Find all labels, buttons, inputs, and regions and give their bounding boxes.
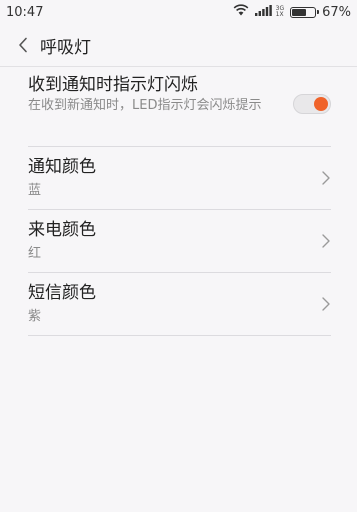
chevron-left-icon xyxy=(19,37,27,53)
notification-light-label: 收到通知时指示灯闪烁 xyxy=(28,75,198,95)
list-item-notification-color[interactable]: 通知颜色 蓝 xyxy=(28,147,331,210)
battery-percent: 67% xyxy=(322,4,351,20)
page-title: 呼吸灯 xyxy=(40,37,91,58)
settings-list: 收到通知时指示灯闪烁 在收到新通知时，LED指示灯会闪烁提示 通知颜色 蓝 来电… xyxy=(28,67,331,336)
list-item-sms-color[interactable]: 短信颜色 紫 xyxy=(28,273,331,336)
notification-light-description: 在收到新通知时，LED指示灯会闪烁提示 xyxy=(28,98,262,113)
status-icons: 3G 1X 67% xyxy=(233,4,351,20)
signal-icon xyxy=(254,4,273,20)
battery-icon xyxy=(290,6,320,18)
list-item-call-color[interactable]: 来电颜色 红 xyxy=(28,210,331,273)
call-color-label: 来电颜色 xyxy=(28,220,96,240)
call-color-value: 红 xyxy=(28,246,42,261)
sms-color-value: 紫 xyxy=(28,309,42,324)
title-bar: 呼吸灯 xyxy=(0,24,357,66)
network-type: 3G 1X xyxy=(276,6,284,18)
notification-color-label: 通知颜色 xyxy=(28,157,96,177)
battery-fill xyxy=(292,8,307,16)
toggle-knob xyxy=(314,97,328,111)
chevron-right-icon xyxy=(322,234,330,248)
network-type-bottom: 1X xyxy=(275,11,284,18)
notification-color-value: 蓝 xyxy=(28,183,42,198)
wifi-icon xyxy=(233,4,249,20)
list-item-notification-light[interactable]: 收到通知时指示灯闪烁 在收到新通知时，LED指示灯会闪烁提示 xyxy=(28,67,331,147)
notification-light-toggle[interactable] xyxy=(293,94,331,114)
chevron-right-icon xyxy=(322,297,330,311)
back-button[interactable] xyxy=(14,34,32,56)
status-bar: 10:47 3G 1X 67% xyxy=(0,0,357,24)
sms-color-label: 短信颜色 xyxy=(28,283,96,303)
chevron-right-icon xyxy=(322,171,330,185)
status-time: 10:47 xyxy=(6,4,44,20)
